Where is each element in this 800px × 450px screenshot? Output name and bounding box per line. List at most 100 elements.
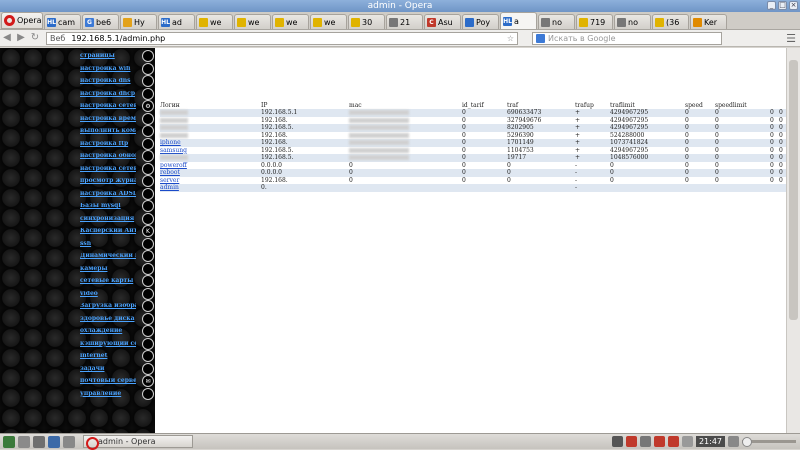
sidebar-item-icon[interactable]	[142, 112, 154, 125]
cloud-icon[interactable]	[18, 435, 30, 448]
reload-icon[interactable]: ↻	[28, 31, 42, 45]
sidebar-item-icon[interactable]	[142, 262, 154, 275]
sidebar-item-label[interactable]: задачи	[80, 366, 136, 372]
sidebar-item[interactable]: управление	[80, 387, 155, 401]
tray-alert-icon[interactable]	[653, 436, 665, 447]
maximize-icon[interactable]: □	[778, 1, 787, 10]
sidebar-item-icon[interactable]	[142, 337, 154, 350]
sidebar-item-label[interactable]: настройка wifi	[80, 66, 136, 72]
user-login-link[interactable]	[160, 117, 261, 124]
start-menu-icon[interactable]	[3, 435, 15, 448]
user-login-link[interactable]: reboot	[160, 169, 261, 176]
sidebar-item-label[interactable]: сетевые карты	[80, 278, 136, 284]
tray-opera-icon[interactable]	[667, 436, 679, 447]
sidebar-item-label[interactable]: просмотр журнала	[80, 178, 136, 184]
sidebar-item[interactable]: настройка ADSL	[80, 187, 155, 201]
sidebar-item-label[interactable]: охлаждение	[80, 328, 136, 334]
sidebar-item-icon[interactable]	[142, 137, 154, 150]
user-login-link[interactable]: iphone	[160, 139, 261, 146]
sidebar-item-label[interactable]: управление	[80, 391, 136, 397]
sidebar-item-icon[interactable]	[142, 187, 154, 200]
sidebar-item-label[interactable]: ssh	[80, 241, 136, 247]
sidebar-item[interactable]: кэширующий сервер	[80, 337, 155, 351]
user-login-link[interactable]: admin	[160, 184, 261, 191]
opera-menu-button[interactable]: Opera	[1, 12, 43, 29]
sidebar-item-icon[interactable]	[142, 300, 154, 313]
browser-tab[interactable]: Gbe6	[82, 14, 119, 29]
browser-tab[interactable]: 21	[386, 14, 423, 29]
google-icon[interactable]	[536, 33, 545, 43]
sidebar-item-label[interactable]: кэширующий сервер	[80, 341, 136, 347]
sidebar-item[interactable]: настройка dns	[80, 75, 155, 88]
sidebar-item-icon[interactable]	[142, 287, 154, 300]
sidebar-item-label[interactable]: настройка времени	[80, 116, 136, 122]
sidebar-item-label[interactable]: Загрузка изображений	[80, 303, 136, 309]
sidebar-item-label[interactable]: Динамический DNS	[80, 253, 136, 259]
browser-tab[interactable]: we	[234, 14, 271, 29]
files-icon[interactable]	[33, 435, 45, 448]
sidebar-item-icon[interactable]	[142, 325, 154, 338]
forward-arrow-icon[interactable]: ▶	[14, 31, 28, 45]
browser-tab[interactable]: no	[614, 14, 651, 29]
sidebar-item-label[interactable]: страницы	[80, 53, 136, 59]
sidebar-item[interactable]: настройка ftp	[80, 137, 155, 151]
browser-tab[interactable]: HL cam	[44, 14, 81, 29]
sidebar-item[interactable]: ssh	[80, 237, 155, 251]
network-icon[interactable]	[681, 436, 693, 447]
sidebar-item-label[interactable]: камеры	[80, 266, 136, 272]
sidebar-item[interactable]: настройка обновления	[80, 150, 155, 163]
sidebar-item-icon[interactable]	[142, 250, 154, 263]
sidebar-item[interactable]: Базы mysql	[80, 200, 155, 213]
sidebar-item[interactable]: Касперский Антивирус K	[80, 225, 155, 238]
sidebar-item[interactable]: страницы	[80, 50, 155, 63]
sidebar-item[interactable]: синхронизация	[80, 212, 155, 226]
sidebar-item-label[interactable]: internet	[80, 353, 136, 359]
browser-tab[interactable]: Poy	[462, 14, 499, 29]
page-scrollbar[interactable]	[786, 48, 800, 433]
sidebar-item-icon[interactable]	[142, 200, 154, 213]
sidebar-item-icon[interactable]	[142, 162, 154, 175]
sidebar-item-icon[interactable]	[142, 312, 154, 325]
search-field[interactable]: Искать в Google	[532, 31, 722, 45]
browser-tab[interactable]: (36	[652, 14, 689, 29]
sidebar-item[interactable]: настройка dhcp	[80, 87, 155, 101]
sidebar-item-icon[interactable]	[142, 237, 154, 250]
sidebar-item-label[interactable]: настройка сетевых папок	[80, 166, 136, 172]
sidebar-item[interactable]: настройка сетевых папок	[80, 162, 155, 176]
sidebar-item[interactable]: internet	[80, 350, 155, 363]
browser-tab[interactable]: Ker	[690, 14, 727, 29]
browser-tab[interactable]: we	[272, 14, 309, 29]
sidebar-item[interactable]: сетевые карты	[80, 275, 155, 288]
sidebar-item-icon[interactable]	[142, 150, 154, 163]
sidebar-item[interactable]: просмотр журнала	[80, 175, 155, 188]
scrollbar-thumb[interactable]	[789, 60, 798, 320]
sidebar-item[interactable]: камеры	[80, 262, 155, 276]
sidebar-item[interactable]: задачи	[80, 362, 155, 376]
site-identity[interactable]: Веб	[50, 33, 65, 44]
sidebar-item[interactable]: Загрузка изображений	[80, 300, 155, 313]
tray-app-icon[interactable]	[639, 436, 651, 447]
tray-app-icon[interactable]	[728, 436, 739, 447]
browser-tab[interactable]: 30	[348, 14, 385, 29]
sidebar-item-label[interactable]: настройка dhcp	[80, 91, 136, 97]
browser-tab[interactable]: HL ad	[158, 14, 195, 29]
back-arrow-icon[interactable]: ◀	[0, 31, 14, 45]
sidebar-item[interactable]: Динамический DNS	[80, 250, 155, 263]
sidebar-item-icon[interactable]: K	[142, 225, 154, 238]
sidebar-item-icon[interactable]	[142, 175, 154, 188]
tray-opera-icon[interactable]	[625, 436, 637, 447]
user-login-link[interactable]	[160, 124, 261, 131]
sidebar-item[interactable]: выполнить команду	[80, 125, 155, 138]
sidebar-item-icon[interactable]: ⚙	[142, 100, 154, 113]
user-login-link[interactable]	[160, 109, 261, 116]
browser-tab[interactable]: HL a	[500, 12, 537, 29]
sidebar-item-label[interactable]: Касперский Антивирус	[80, 228, 136, 234]
sidebar-item-icon[interactable]	[142, 50, 154, 63]
clock[interactable]: 21:47	[695, 436, 725, 447]
sidebar-item[interactable]: почтовый сервер ✉	[80, 375, 155, 388]
address-field[interactable]: Веб 192.168.5.1/admin.php ☆	[46, 31, 518, 45]
sidebar-item-label[interactable]: настройка dns	[80, 78, 136, 84]
sidebar-item-icon[interactable]	[142, 350, 154, 363]
sidebar-item[interactable]: здоровье диска	[80, 312, 155, 326]
user-login-link[interactable]	[160, 154, 261, 161]
